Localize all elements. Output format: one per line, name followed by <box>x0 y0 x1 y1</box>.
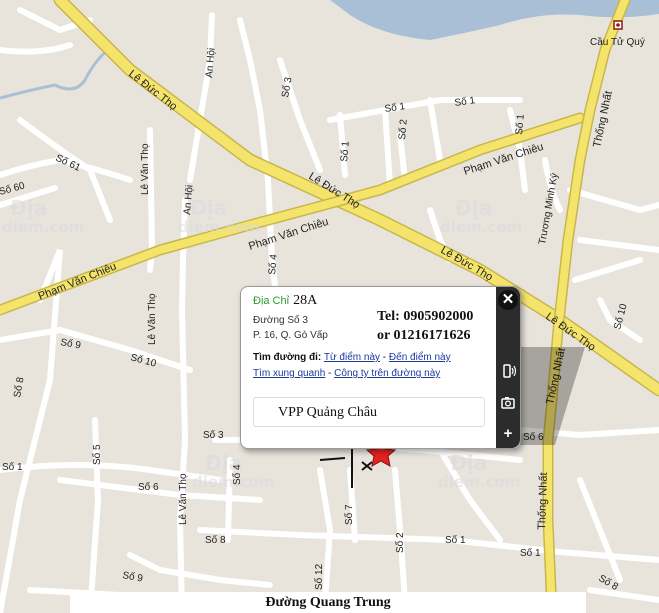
nearby-row: Tìm xung quanh - Công ty trên đường này <box>253 368 441 379</box>
road-label-le-van-tho-1: Lê Văn Thọ <box>140 143 151 195</box>
svg-text:Địa: Địa <box>455 196 492 220</box>
bottom-street-label: Đường Quang Trung <box>265 595 391 610</box>
street-label-so6-a: Số 6 <box>138 481 159 493</box>
svg-text:diem.com: diem.com <box>178 218 260 236</box>
street-label-so2-b: Số 2 <box>394 532 406 553</box>
street-label-so2-a: Số 2 <box>396 118 410 140</box>
road-label-le-van-tho-3: Lê Văn Thọ <box>178 473 189 525</box>
street-label-so5: Số 5 <box>91 444 103 465</box>
address-number: 28A <box>293 293 318 308</box>
street-label-x: Số 1 <box>2 461 23 473</box>
directions-row: Tìm đường đi: Từ điểm này - Đến điểm này <box>253 352 451 363</box>
directions-label: Tìm đường đi: <box>253 352 322 363</box>
road-label-le-van-tho-2: Lê Văn Thọ <box>147 293 158 345</box>
popup-sidebar: ✕ + <box>496 287 520 448</box>
street-label-so1-c: Số 1 <box>338 140 352 162</box>
street-label-so12: Số 12 <box>313 563 325 590</box>
street-label-so1-f: Số 1 <box>520 547 541 559</box>
business-name: VPP Quảng Châu <box>253 397 485 427</box>
directions-from-link[interactable]: Từ điểm này <box>324 352 380 363</box>
landmark-dot <box>616 23 620 27</box>
landmark-label: Cầu Tử Quý <box>590 36 645 48</box>
street-label-so1-e: Số 1 <box>445 534 466 546</box>
svg-text:Địa: Địa <box>190 196 227 220</box>
camera-icon[interactable] <box>498 393 518 413</box>
street-label-so3-b: Số 3 <box>203 429 224 441</box>
companies-on-street-link[interactable]: Công ty trên đường này <box>334 368 440 379</box>
address-label: Địa Chỉ <box>253 295 290 307</box>
street-label-so8-b: Số 8 <box>205 534 226 546</box>
address-row: Địa Chỉ 28A <box>253 293 317 309</box>
street-text: Đường Số 3 <box>253 315 308 326</box>
svg-text:diem.com: diem.com <box>438 473 520 491</box>
street-label-so4-a: Số 4 <box>266 253 280 275</box>
svg-text:Địa: Địa <box>10 196 47 220</box>
street-label-so4-b: Số 4 <box>231 464 243 485</box>
phone-number: Tel: 0905902000 <box>377 309 474 324</box>
alt-phone-number: or 01216171626 <box>377 328 471 343</box>
plus-icon[interactable]: + <box>498 424 518 444</box>
street-label-so7: Số 7 <box>343 504 355 525</box>
phone-icon[interactable] <box>498 361 518 381</box>
bottom-street-bar: Đường Quang Trung <box>70 592 586 613</box>
nearby-link[interactable]: Tìm xung quanh <box>253 368 325 379</box>
road-label-thong-nhat-3: Thống Nhất <box>536 472 550 530</box>
info-popup: Địa Chỉ 28A Đường Số 3 P. 16, Q. Gò Vấp T… <box>240 286 521 449</box>
street-label-so1-d: Số 1 <box>513 113 527 135</box>
svg-text:diem.com: diem.com <box>440 218 522 236</box>
svg-text:Địa: Địa <box>450 451 487 475</box>
directions-to-link[interactable]: Đến điểm này <box>389 352 451 363</box>
ward-district-text: P. 16, Q. Gò Vấp <box>253 330 328 341</box>
svg-text:diem.com: diem.com <box>2 218 84 236</box>
close-icon[interactable]: ✕ <box>498 290 518 310</box>
